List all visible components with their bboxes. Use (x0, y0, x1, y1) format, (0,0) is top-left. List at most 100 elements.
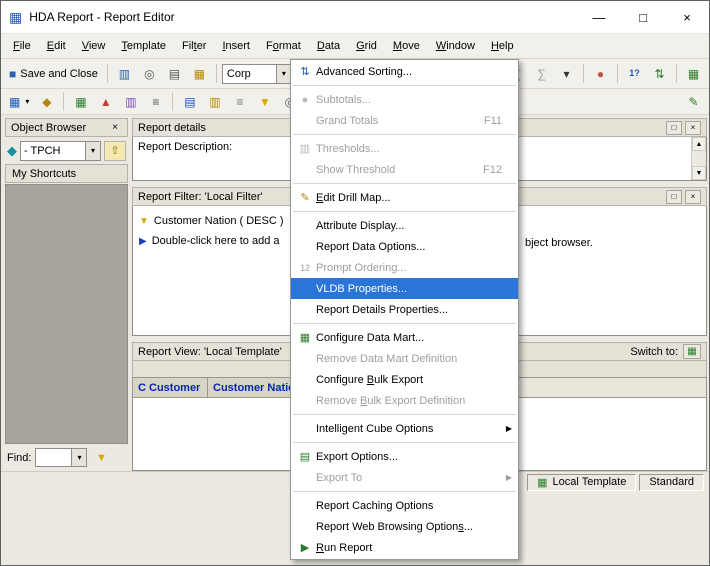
report-details-button[interactable]: ≡ (228, 90, 251, 113)
save-and-close-icon: ■ (9, 68, 16, 80)
swap-axes-button[interactable]: ⇅ (648, 62, 671, 85)
menubar-item-format[interactable]: Format (258, 36, 309, 56)
scroll-down-icon[interactable]: ▼ (692, 166, 706, 180)
menu-item-report-caching-options[interactable]: Report Caching Options (291, 495, 518, 516)
menubar-item-file[interactable]: File (5, 36, 39, 56)
switch-to-grid-button[interactable]: ▦ (683, 344, 701, 359)
menu-item-label: Grand Totals (316, 115, 378, 127)
design-mode-icon: ✎ (688, 96, 698, 108)
page-setup-icon: ▦ (194, 68, 205, 80)
menu-item-export-options[interactable]: ▤Export Options... (291, 446, 518, 467)
close-button[interactable]: × (665, 1, 709, 33)
graph-view-button[interactable]: ▲ (94, 90, 117, 113)
menubar-item-edit[interactable]: Edit (39, 36, 74, 56)
folder-up-button[interactable]: ⇧ (104, 141, 126, 161)
menu-item-vldb-properties[interactable]: VLDB Properties... (291, 278, 518, 299)
print-preview-button[interactable]: ◎ (138, 62, 161, 85)
close-pane-icon[interactable]: × (108, 122, 122, 133)
design-mode-button[interactable]: ✎ (682, 90, 705, 113)
grid-graph-button[interactable]: ▥ (119, 90, 142, 113)
app-icon: ▦ (9, 9, 22, 26)
menu-item-configure-bulk-export[interactable]: Configure Bulk Export (291, 369, 518, 390)
maximize-pane-button[interactable]: □ (666, 190, 682, 204)
advanced-sorting-icon: ⇅ (294, 65, 316, 78)
dataset-combo[interactable]: Corp▾ (222, 64, 292, 84)
menu-item-report-data-options[interactable]: Report Data Options... (291, 236, 518, 257)
details-scrollbar[interactable]: ▲ ▼ (691, 137, 706, 180)
menu-item-subtotals: ●Subtotals... (291, 89, 518, 110)
re-execute-button[interactable]: ● (589, 62, 612, 85)
report-filter-title: Report Filter: 'Local Filter' (138, 191, 263, 203)
menu-item-edit-drill-map[interactable]: ✎Edit Drill Map... (291, 187, 518, 208)
menubar-item-insert[interactable]: Insert (214, 36, 258, 56)
totals-options-icon: ▾ (563, 68, 569, 80)
menubar-item-filter[interactable]: Filter (174, 36, 214, 56)
menu-item-configure-data-mart[interactable]: ▦Configure Data Mart... (291, 327, 518, 348)
menubar-item-help[interactable]: Help (483, 36, 522, 56)
funnel-icon: ▼ (96, 452, 107, 464)
column-header[interactable]: C Customer (133, 377, 208, 398)
view-filter-button[interactable]: ▼ (253, 90, 276, 113)
my-shortcuts-bar[interactable]: My Shortcuts (5, 164, 128, 183)
menubar-item-move[interactable]: Move (385, 36, 428, 56)
menu-item-label: Export To (316, 472, 362, 484)
close-pane-button[interactable]: × (685, 190, 701, 204)
menu-item-run-report[interactable]: ▶Run Report (291, 537, 518, 558)
save-and-close-button[interactable]: ■Save and Close (5, 62, 102, 85)
menu-item-report-web-browsing-options[interactable]: Report Web Browsing Options... (291, 516, 518, 537)
totals-options-button[interactable]: ▾ (555, 62, 578, 85)
project-combo[interactable]: - TPCH ▾ (20, 141, 101, 161)
maximize-pane-button[interactable]: □ (666, 121, 682, 135)
folder-up-icon: ⇧ (110, 144, 119, 157)
menu-item-attribute-display[interactable]: Attribute Display... (291, 215, 518, 236)
titlebar: ▦ HDA Report - Report Editor — □ × (1, 1, 709, 33)
page-setup-button[interactable]: ▦ (188, 62, 211, 85)
design-view-button[interactable]: ◆ (35, 90, 58, 113)
grid-view-button[interactable]: ▦ (69, 90, 92, 113)
toolbar-separator (583, 64, 584, 83)
print-button[interactable]: ▤ (163, 62, 186, 85)
export-report-button[interactable]: ▦ (682, 62, 705, 85)
prompt-ordering-button[interactable]: 1? (623, 62, 646, 85)
view-selector-button[interactable]: ▦▾ (5, 90, 33, 113)
submenu-arrow-icon: ▶ (506, 424, 512, 433)
toolbar-separator (172, 92, 173, 111)
shortcuts-list[interactable] (5, 184, 128, 444)
remove-totals-icon: ∑ (537, 68, 546, 80)
dropdown-arrow-icon[interactable]: ▾ (25, 97, 29, 106)
find-combo[interactable]: ▾ (35, 448, 87, 467)
find-filter-button[interactable]: ▼ (91, 448, 111, 467)
maximize-button[interactable]: □ (621, 1, 665, 33)
object-browser-button[interactable]: ▥ (203, 90, 226, 113)
report-objects-button[interactable]: ▤ (178, 90, 201, 113)
menu-separator (293, 491, 516, 492)
project-icon: ◆ (7, 143, 17, 159)
dropdown-arrow-icon[interactable]: ▾ (85, 142, 100, 160)
switch-to-wrap: Switch to: ▦ (630, 344, 701, 359)
remove-totals-button[interactable]: ∑ (530, 62, 553, 85)
menu-item-advanced-sorting[interactable]: ⇅Advanced Sorting... (291, 61, 518, 82)
menu-item-label: Remove Bulk Export Definition (316, 395, 465, 407)
close-pane-button[interactable]: × (685, 121, 701, 135)
menu-item-intelligent-cube-options[interactable]: Intelligent Cube Options▶ (291, 418, 518, 439)
bookmarks-button[interactable]: ▥ (113, 62, 136, 85)
menu-item-label: Prompt Ordering... (316, 262, 406, 274)
menu-item-label: Configure Data Mart... (316, 332, 424, 344)
menubar-item-template[interactable]: Template (113, 36, 174, 56)
dropdown-arrow-icon[interactable]: ▾ (276, 65, 291, 83)
menu-item-report-details-properties[interactable]: Report Details Properties... (291, 299, 518, 320)
menubar-item-window[interactable]: Window (428, 36, 483, 56)
menubar-item-grid[interactable]: Grid (348, 36, 385, 56)
menubar-item-data[interactable]: Data (309, 36, 348, 56)
minimize-button[interactable]: — (577, 1, 621, 33)
status-template-segment[interactable]: ▦ Local Template (527, 474, 636, 491)
export-report-icon: ▦ (688, 68, 699, 80)
dropdown-arrow-icon[interactable]: ▾ (71, 449, 86, 466)
menu-item-label: Remove Data Mart Definition (316, 353, 457, 365)
menu-item-label: Export Options... (316, 451, 398, 463)
sql-view-icon: ≡ (152, 96, 159, 108)
sql-view-button[interactable]: ≡ (144, 90, 167, 113)
menubar-item-view[interactable]: View (74, 36, 114, 56)
status-format-segment[interactable]: Standard (639, 474, 704, 491)
scroll-up-icon[interactable]: ▲ (692, 137, 706, 151)
